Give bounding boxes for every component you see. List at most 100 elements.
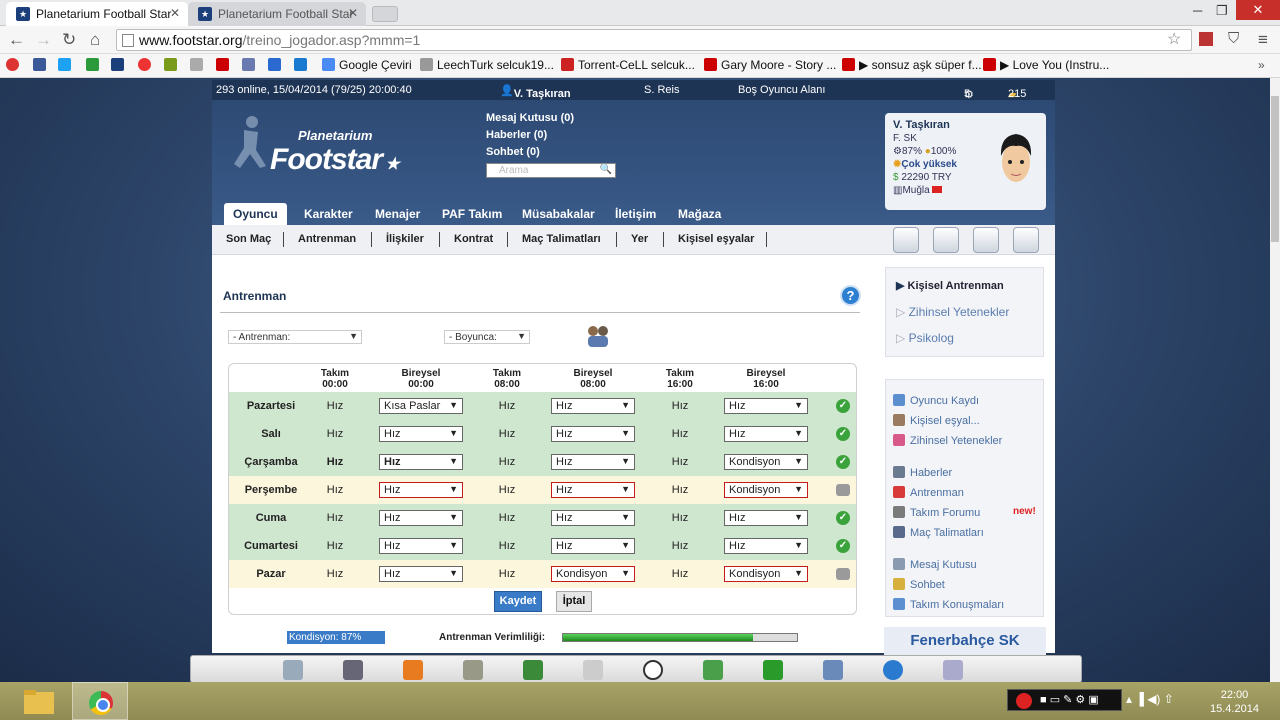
home-icon[interactable] bbox=[893, 227, 919, 253]
players-icon[interactable] bbox=[933, 227, 959, 253]
restore-icon[interactable]: ❐ bbox=[1216, 3, 1228, 19]
close-tab-icon[interactable]: ✕ bbox=[170, 6, 180, 20]
individual-select-08[interactable]: Hız ▼ bbox=[551, 426, 635, 442]
bookmark-icon[interactable] bbox=[294, 58, 307, 71]
individual-select-16[interactable]: Kondisyon ▼ bbox=[724, 566, 808, 582]
extension-icon[interactable] bbox=[1199, 32, 1213, 46]
subnav-mac-talimatlari[interactable]: Maç Talimatları bbox=[522, 233, 601, 245]
subnav-son-mac[interactable]: Son Maç bbox=[226, 233, 271, 245]
sidebar-link[interactable]: Zihinsel Yetenekler bbox=[893, 434, 1002, 447]
individual-select-00[interactable]: Hız ▼ bbox=[379, 538, 463, 554]
recorder-controls-icon[interactable]: ■ ▭ ✎ ⚙ ▣ bbox=[1040, 693, 1099, 706]
individual-select-08[interactable]: Kondisyon ▼ bbox=[551, 566, 635, 582]
individual-select-16[interactable]: Hız ▼ bbox=[724, 510, 808, 526]
individual-select-16[interactable]: Hız ▼ bbox=[724, 538, 808, 554]
subnav-antrenman[interactable]: Antrenman bbox=[298, 233, 356, 245]
news-link[interactable]: Haberler (0) bbox=[486, 129, 547, 141]
browser-tab-active[interactable]: ★ Planetarium Football Star ✕ bbox=[6, 2, 188, 26]
pitch-icon[interactable] bbox=[343, 660, 363, 680]
bookmark-icon[interactable] bbox=[190, 58, 203, 71]
forward-icon[interactable]: → bbox=[35, 30, 52, 50]
browser-tab[interactable]: ★ Planetarium Football Star ✕ bbox=[188, 2, 366, 26]
twitter-icon[interactable] bbox=[58, 58, 71, 71]
training-filter-select[interactable]: - Antrenman: ▼ bbox=[228, 330, 362, 344]
individual-select-00[interactable]: Hız ▼ bbox=[379, 454, 463, 470]
search-input[interactable]: Arama 🔍 bbox=[486, 163, 616, 178]
sidebar-link[interactable]: Haberler bbox=[893, 466, 952, 479]
people-icon[interactable] bbox=[523, 660, 543, 680]
logout-icon[interactable] bbox=[1013, 227, 1039, 253]
sidebar-link[interactable]: Maç Talimatları bbox=[893, 526, 984, 539]
individual-select-08[interactable]: Hız ▼ bbox=[551, 454, 635, 470]
tab-musabakalar[interactable]: Müsabakalar bbox=[513, 203, 604, 225]
save-button[interactable]: Kaydet bbox=[494, 591, 542, 612]
subnav-kontrat[interactable]: Kontrat bbox=[454, 233, 493, 245]
individual-select-08[interactable]: Hız ▼ bbox=[551, 510, 635, 526]
team-icon[interactable] bbox=[823, 660, 843, 680]
bookmark-icon[interactable] bbox=[268, 58, 281, 71]
tab-iletisim[interactable]: İletişim bbox=[606, 203, 665, 225]
individual-select-00[interactable]: Hız ▼ bbox=[379, 426, 463, 442]
record-icon[interactable] bbox=[1016, 693, 1032, 709]
sidebar-link[interactable]: Oyuncu Kaydı bbox=[893, 394, 979, 407]
bookmark-leechturk[interactable]: LeechTurk selcuk19... bbox=[420, 58, 554, 72]
bookmark-icon[interactable] bbox=[138, 58, 151, 71]
tab-menajer[interactable]: Menajer bbox=[366, 203, 429, 225]
menu-icon[interactable]: ≡ bbox=[1258, 30, 1268, 50]
club-name[interactable]: Fenerbahçe SK bbox=[884, 627, 1046, 655]
chat-link[interactable]: Sohbet (0) bbox=[486, 146, 540, 158]
window-close-button[interactable]: ✕ bbox=[1236, 0, 1280, 20]
individual-select-08[interactable]: Hız ▼ bbox=[551, 538, 635, 554]
sidebar-link[interactable]: Takım Forumu bbox=[893, 506, 980, 519]
more-bookmarks-icon[interactable]: » bbox=[1258, 58, 1265, 72]
footstar-bookmark-icon[interactable] bbox=[111, 58, 124, 71]
sidebar-link[interactable]: Antrenman bbox=[893, 486, 964, 499]
settings-icon[interactable] bbox=[973, 227, 999, 253]
sidebar-link[interactable]: Mesaj Kutusu bbox=[893, 558, 977, 571]
close-tab-icon[interactable]: ✕ bbox=[348, 6, 358, 20]
home-icon[interactable]: ⌂ bbox=[90, 30, 100, 50]
help-icon[interactable]: ? bbox=[840, 285, 861, 306]
individual-select-16[interactable]: Hız ▼ bbox=[724, 426, 808, 442]
bookmark-love-you[interactable]: ▶ Love You (Instru... bbox=[983, 58, 1109, 72]
sidebar-link[interactable]: Takım Konuşmaları bbox=[893, 598, 1004, 611]
pen-icon[interactable] bbox=[463, 660, 483, 680]
fire-icon[interactable] bbox=[403, 660, 423, 680]
subnav-kisisel-esyalar[interactable]: Kişisel eşyalar bbox=[678, 233, 754, 245]
h-site-icon[interactable] bbox=[86, 58, 99, 71]
back-icon[interactable]: ← bbox=[8, 30, 25, 50]
recorder-toolbar[interactable]: ■ ▭ ✎ ⚙ ▣ bbox=[1007, 689, 1122, 711]
player-avatar[interactable] bbox=[996, 128, 1036, 190]
minimize-icon[interactable]: ─ bbox=[1193, 3, 1202, 18]
new-tab-button[interactable] bbox=[372, 6, 398, 22]
tab-oyuncu[interactable]: Oyuncu bbox=[224, 203, 287, 225]
individual-select-00[interactable]: Hız ▼ bbox=[379, 482, 463, 498]
system-tray-icons[interactable]: ▴ ▐ ◀) ⇧ bbox=[1126, 692, 1174, 706]
individual-select-08[interactable]: Hız ▼ bbox=[551, 482, 635, 498]
bookmark-icon[interactable] bbox=[164, 58, 177, 71]
bookmark-torrent-cell[interactable]: Torrent-CeLL selcuk... bbox=[561, 58, 695, 72]
sidebar-link[interactable]: Kişisel eşyal... bbox=[893, 414, 980, 427]
scrollbar-thumb[interactable] bbox=[1271, 96, 1279, 242]
inbox-link[interactable]: Mesaj Kutusu (0) bbox=[486, 112, 574, 124]
individual-select-00[interactable]: Hız ▼ bbox=[379, 566, 463, 582]
duration-filter-select[interactable]: - Boyunca: ▼ bbox=[444, 330, 530, 344]
magnifier-icon[interactable] bbox=[943, 660, 963, 680]
bookmark-sonsuz-ask[interactable]: ▶ sonsuz aşk süper f... bbox=[842, 58, 982, 72]
individual-select-16[interactable]: Kondisyon ▼ bbox=[724, 482, 808, 498]
calendar-icon[interactable] bbox=[703, 660, 723, 680]
globe-icon[interactable] bbox=[883, 660, 903, 680]
menu-psikolog[interactable]: ▷ Psikolog bbox=[896, 331, 954, 345]
menu-zihinsel-yetenekler[interactable]: ▷ Zihinsel Yetenekler bbox=[896, 305, 1009, 319]
cancel-button[interactable]: İptal bbox=[556, 591, 592, 612]
team-link[interactable]: S. Reis bbox=[644, 84, 679, 96]
field-icon[interactable] bbox=[763, 660, 783, 680]
chrome-taskbar-button[interactable] bbox=[72, 682, 128, 720]
menu-kisisel-antrenman[interactable]: ▶ Kişisel Antrenman bbox=[896, 279, 1004, 292]
taskbar-clock[interactable]: 22:00 15.4.2014 bbox=[1210, 688, 1259, 716]
tab-paf-takim[interactable]: PAF Takım bbox=[433, 203, 511, 225]
reload-icon[interactable]: ↻ bbox=[62, 30, 76, 50]
tab-magaza[interactable]: Mağaza bbox=[669, 203, 730, 225]
bookmark-google-translate[interactable]: Google Çeviri bbox=[322, 58, 412, 72]
subnav-yer[interactable]: Yer bbox=[631, 233, 648, 245]
